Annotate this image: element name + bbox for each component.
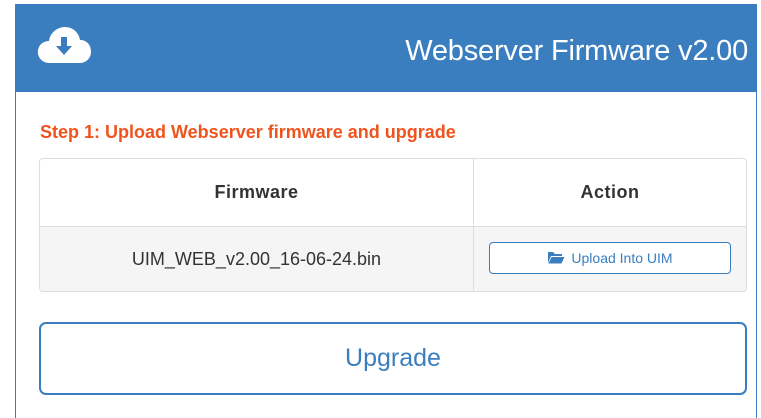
column-header-action: Action [580,182,640,202]
column-header-firmware: Firmware [40,159,474,226]
upload-button-label: Upload Into UIM [571,249,673,266]
firmware-panel: Webserver Firmware v2.00 Step 1: Upload … [15,4,757,418]
upload-into-uim-button[interactable]: Upload Into UIM [489,241,731,274]
step-label: Step 1: Upload Webserver firmware and up… [40,122,456,142]
cloud-download-icon [37,27,91,63]
upgrade-button[interactable]: Upgrade [39,322,747,395]
folder-open-icon [548,252,565,264]
table-header-row: Firmware Action [40,159,746,227]
firmware-filename: UIM_WEB_v2.00_16-06-24.bin [40,227,474,291]
panel-title: Webserver Firmware v2.00 [405,35,748,67]
table-row: UIM_WEB_v2.00_16-06-24.bin Upload Into U… [40,227,746,291]
panel-header: Webserver Firmware v2.00 [16,5,756,92]
action-cell: Upload Into UIM [474,227,746,291]
firmware-table: Firmware Action UIM_WEB_v2.00_16-06-24.b… [39,158,747,292]
